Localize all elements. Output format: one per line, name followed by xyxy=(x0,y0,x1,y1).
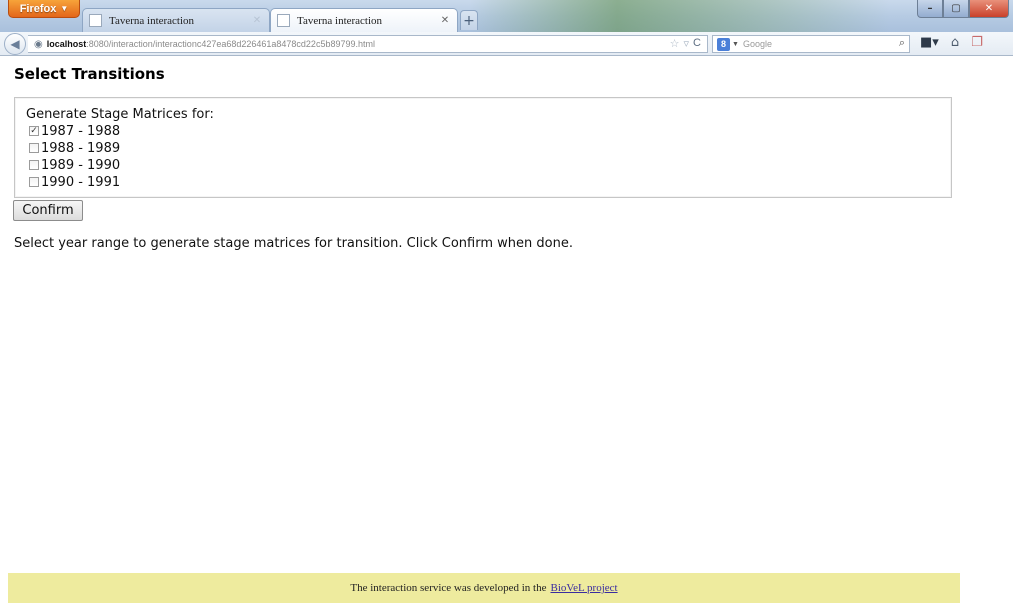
url-host: localhost xyxy=(46,39,87,49)
close-icon: ✕ xyxy=(984,3,994,14)
url-bar[interactable]: ◉ localhost :8080/interaction/interactio… xyxy=(28,35,708,53)
minimize-icon: – xyxy=(927,3,933,14)
instructions-text: Select year range to generate stage matr… xyxy=(14,236,573,251)
firefox-menu-label: Firefox xyxy=(19,2,57,15)
page-icon xyxy=(277,14,290,27)
tab-taverna-interaction-1[interactable]: Taverna interaction ✕ xyxy=(82,8,270,32)
option-label: 1987 - 1988 xyxy=(41,123,121,139)
tab-label: Taverna interaction xyxy=(297,14,383,27)
checkbox[interactable] xyxy=(29,177,39,187)
option-1990-1991[interactable]: 1990 - 1991 xyxy=(29,174,120,190)
maximize-icon: ▢ xyxy=(951,3,961,14)
plus-icon: + xyxy=(463,12,475,29)
checkbox[interactable]: ✓ xyxy=(29,126,39,136)
browser-titlebar: Firefox ▼ Taverna interaction ✕ Taverna … xyxy=(0,0,1013,32)
checkbox[interactable] xyxy=(29,160,39,170)
home-icon[interactable]: ⌂ xyxy=(951,35,959,50)
close-icon[interactable]: ✕ xyxy=(439,15,451,26)
search-engine-icon[interactable]: 8 xyxy=(717,37,730,51)
url-path: :8080/interaction/interactionc427ea68d22… xyxy=(86,39,375,49)
search-bar[interactable]: 8 ▼ Google ⌕ xyxy=(712,35,910,53)
dropdown-arrow-icon[interactable]: ▿ xyxy=(684,37,690,50)
url-actions: ☆ ▿ C xyxy=(670,37,701,50)
bookmarks-icon[interactable]: ■▾ xyxy=(920,35,939,50)
page-icon xyxy=(89,14,102,27)
chevron-down-icon: ▼ xyxy=(60,4,69,13)
firefox-menu-button[interactable]: Firefox ▼ xyxy=(8,0,80,18)
minimize-button[interactable]: – xyxy=(917,0,943,18)
tab-taverna-interaction-2[interactable]: Taverna interaction ✕ xyxy=(270,8,458,32)
back-button[interactable]: ◀ xyxy=(4,33,26,55)
option-label: 1988 - 1989 xyxy=(41,140,121,156)
confirm-button[interactable]: Confirm xyxy=(13,200,83,221)
titlebar-background xyxy=(470,0,890,32)
option-label: 1989 - 1990 xyxy=(41,157,121,173)
maximize-button[interactable]: ▢ xyxy=(943,0,969,18)
option-label: 1990 - 1991 xyxy=(41,174,121,190)
close-icon[interactable]: ✕ xyxy=(251,15,263,26)
new-tab-button[interactable]: + xyxy=(460,10,478,30)
close-window-button[interactable]: ✕ xyxy=(969,0,1009,18)
page-title: Select Transitions xyxy=(14,65,165,83)
checkbox[interactable] xyxy=(29,143,39,153)
option-1989-1990[interactable]: 1989 - 1990 xyxy=(29,157,120,173)
search-input[interactable]: Google xyxy=(743,39,772,49)
toolbar-icons: ■▾ ⌂ ❐ xyxy=(920,35,983,50)
transition-fieldset: Generate Stage Matrices for: ✓ 1987 - 19… xyxy=(14,97,952,198)
biovel-project-link[interactable]: BioVeL project xyxy=(550,582,617,594)
option-1987-1988[interactable]: ✓ 1987 - 1988 xyxy=(29,123,120,139)
footer-text: The interaction service was developed in… xyxy=(350,582,547,594)
navigation-toolbar: ◀ ◉ localhost :8080/interaction/interact… xyxy=(0,32,1013,56)
tab-label: Taverna interaction xyxy=(109,14,195,27)
reload-icon[interactable]: C xyxy=(693,37,701,50)
fieldset-legend: Generate Stage Matrices for: xyxy=(26,107,214,122)
chevron-down-icon: ▼ xyxy=(732,40,739,48)
bookmark-star-icon[interactable]: ☆ xyxy=(670,37,680,50)
globe-icon: ◉ xyxy=(34,38,43,50)
search-icon[interactable]: ⌕ xyxy=(899,37,905,50)
back-arrow-icon: ◀ xyxy=(10,37,20,51)
addon-icon[interactable]: ❐ xyxy=(971,35,983,50)
footer: The interaction service was developed in… xyxy=(8,573,960,603)
option-1988-1989[interactable]: 1988 - 1989 xyxy=(29,140,120,156)
window-controls: – ▢ ✕ xyxy=(917,0,1009,18)
